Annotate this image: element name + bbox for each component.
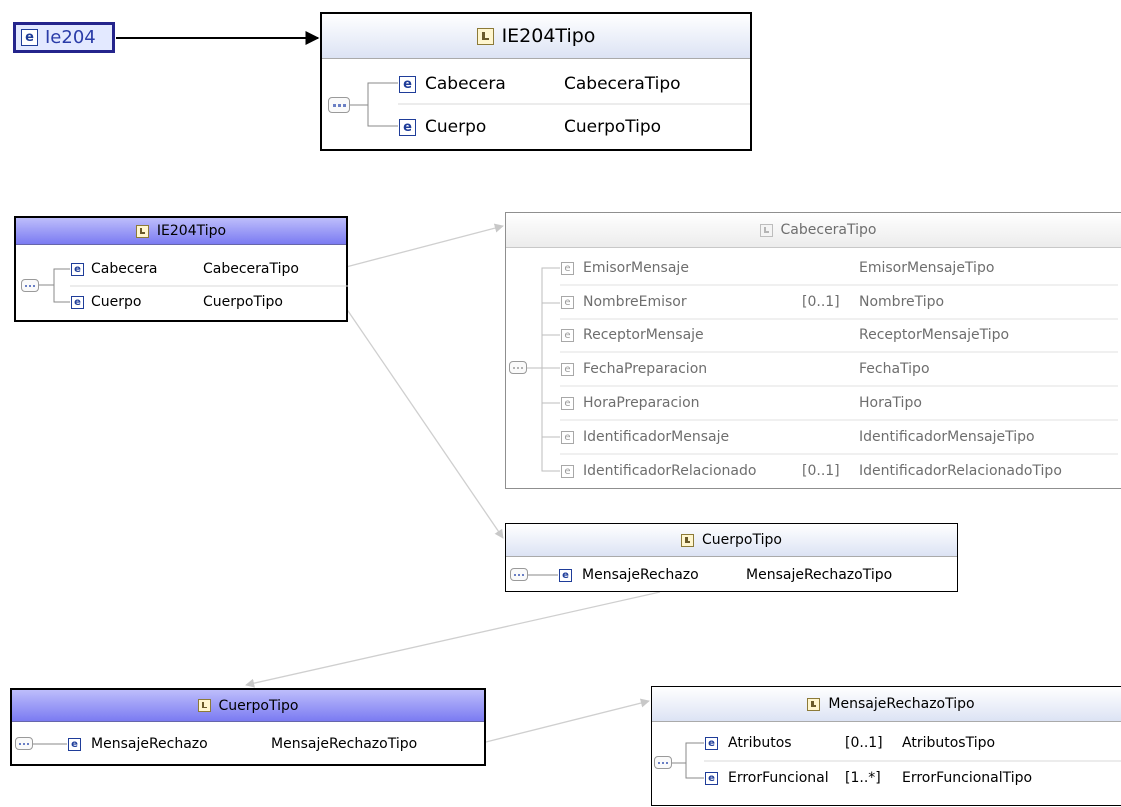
element-name: MensajeRechazo xyxy=(582,567,699,583)
element-type: CuerpoTipo xyxy=(203,294,283,310)
element-row[interactable]: e NombreEmisor [0..1] NombreTipo xyxy=(506,294,1121,310)
element-name: HoraPreparacion xyxy=(583,395,700,411)
element-name: Cuerpo xyxy=(91,294,142,310)
element-name: IdentificadorRelacionado xyxy=(583,463,757,479)
type-box-title: MensajeRechazoTipo xyxy=(828,696,975,712)
element-name: Atributos xyxy=(728,735,792,751)
type-box-title: CuerpoTipo xyxy=(702,532,782,548)
element-row[interactable]: e Atributos [0..1] AtributosTipo xyxy=(652,735,1121,751)
element-icon: e xyxy=(559,568,572,582)
element-type: MensajeRechazoTipo xyxy=(271,736,418,752)
element-icon: e xyxy=(705,771,718,785)
connector-cuerpo-to-cuerpotipo xyxy=(345,307,504,539)
element-type: CabeceraTipo xyxy=(564,74,681,94)
connector-cuerpotipo-to-cuerpotipo-expanded xyxy=(245,591,661,688)
sequence-icon xyxy=(328,97,350,113)
complex-type-icon xyxy=(476,27,494,45)
element-name: MensajeRechazo xyxy=(91,736,208,752)
element-type: AtributosTipo xyxy=(902,735,996,751)
element-row[interactable]: e Cuerpo CuerpoTipo xyxy=(322,117,750,137)
element-row[interactable]: e ErrorFuncional [1..*] ErrorFuncionalTi… xyxy=(652,770,1121,786)
type-box-header: CabeceraTipo xyxy=(506,213,1121,248)
complex-type-icon xyxy=(759,223,773,237)
element-icon: e xyxy=(71,295,84,309)
element-icon: e xyxy=(561,430,574,444)
type-box-header: IE204Tipo xyxy=(322,14,750,59)
type-box-ie204tipo-selected[interactable]: IE204Tipo e Cabecera CabeceraTipo e Cuer… xyxy=(14,216,348,322)
element-icon: e xyxy=(561,328,574,342)
element-name: FechaPreparacion xyxy=(583,361,708,377)
type-box-cuerpotipo[interactable]: CuerpoTipo e MensajeRechazo MensajeRecha… xyxy=(505,523,958,592)
element-icon: e xyxy=(561,396,574,410)
element-type: HoraTipo xyxy=(859,395,922,411)
type-box-title: CuerpoTipo xyxy=(218,697,299,714)
type-box-title: IE204Tipo xyxy=(501,25,596,47)
element-row[interactable]: e Cabecera CabeceraTipo xyxy=(322,74,750,94)
element-type: MensajeRechazoTipo xyxy=(746,567,893,583)
element-type: FechaTipo xyxy=(859,361,930,377)
type-box-mensajerechazotipo[interactable]: MensajeRechazoTipo e Atributos [0..1] At… xyxy=(651,686,1121,806)
connector-mensajerechazo-to-type xyxy=(485,698,650,743)
type-box-header: CuerpoTipo xyxy=(12,690,484,722)
type-box-title: CabeceraTipo xyxy=(780,222,877,238)
element-name: Cabecera xyxy=(425,74,506,94)
element-row[interactable]: e HoraPreparacion HoraTipo xyxy=(506,395,1121,411)
element-name: NombreEmisor xyxy=(583,294,687,310)
element-cardinality: [0..1] xyxy=(845,735,883,751)
root-element-label: Ie204 xyxy=(45,27,96,48)
element-type: IdentificadorRelacionadoTipo xyxy=(859,463,1062,479)
element-cardinality: [0..1] xyxy=(802,294,840,310)
element-icon: e xyxy=(68,737,81,751)
element-icon: e xyxy=(399,118,416,136)
element-row[interactable]: e Cabecera CabeceraTipo xyxy=(16,261,346,277)
complex-type-icon xyxy=(197,699,211,712)
element-cardinality: [1..*] xyxy=(845,770,881,786)
element-icon: e xyxy=(561,464,574,478)
type-box-cuerpotipo-selected[interactable]: CuerpoTipo e MensajeRechazo MensajeRecha… xyxy=(10,688,486,766)
element-type: CabeceraTipo xyxy=(203,261,299,277)
element-type: CuerpoTipo xyxy=(564,117,662,137)
type-box-header: CuerpoTipo xyxy=(506,524,957,557)
element-name: Cuerpo xyxy=(425,117,487,137)
element-icon: e xyxy=(705,736,718,750)
element-type: EmisorMensajeTipo xyxy=(859,260,995,276)
element-type: ErrorFuncionalTipo xyxy=(902,770,1033,786)
element-row[interactable]: e EmisorMensaje EmisorMensajeTipo xyxy=(506,260,1121,276)
element-row[interactable]: e Cuerpo CuerpoTipo xyxy=(16,294,346,310)
element-type: ReceptorMensajeTipo xyxy=(859,327,1010,343)
element-icon: e xyxy=(71,262,84,276)
element-row[interactable]: e IdentificadorRelacionado [0..1] Identi… xyxy=(506,463,1121,479)
tree-lines xyxy=(527,267,1118,472)
element-type: IdentificadorMensajeTipo xyxy=(859,429,1035,445)
element-icon: e xyxy=(561,362,574,376)
type-box-header: IE204Tipo xyxy=(16,218,346,245)
element-cardinality: [0..1] xyxy=(802,463,840,479)
type-box-ie204tipo[interactable]: IE204Tipo e Cabecera CabeceraTipo e Cuer… xyxy=(320,12,752,151)
element-name: ReceptorMensaje xyxy=(583,327,704,343)
complex-type-icon xyxy=(135,224,149,238)
element-name: IdentificadorMensaje xyxy=(583,429,730,445)
complex-type-icon xyxy=(807,697,821,711)
type-box-title: IE204Tipo xyxy=(156,223,227,239)
type-box-header: MensajeRechazoTipo xyxy=(652,687,1121,722)
sequence-icon xyxy=(654,756,672,769)
element-name: EmisorMensaje xyxy=(583,260,689,276)
sequence-icon xyxy=(21,279,39,292)
element-icon: e xyxy=(561,261,574,275)
element-icon: e xyxy=(561,295,574,309)
element-row[interactable]: e MensajeRechazo MensajeRechazoTipo xyxy=(12,736,484,752)
complex-type-icon xyxy=(681,533,695,547)
element-row[interactable]: e MensajeRechazo MensajeRechazoTipo xyxy=(506,567,957,583)
element-row[interactable]: e IdentificadorMensaje IdentificadorMens… xyxy=(506,429,1121,445)
element-row[interactable]: e ReceptorMensaje ReceptorMensajeTipo xyxy=(506,327,1121,343)
element-name: ErrorFuncional xyxy=(728,770,829,786)
element-type: NombreTipo xyxy=(859,294,945,310)
connector-cabecera-to-cabeceratipo xyxy=(345,223,504,268)
element-icon: e xyxy=(399,75,416,93)
element-icon: e xyxy=(21,29,38,46)
element-name: Cabecera xyxy=(91,261,158,277)
element-row[interactable]: e FechaPreparacion FechaTipo xyxy=(506,361,1121,377)
type-box-cabeceratipo[interactable]: CabeceraTipo e EmisorMensaje EmisorMensa… xyxy=(505,212,1121,489)
root-element-ie204[interactable]: e Ie204 xyxy=(13,22,115,53)
